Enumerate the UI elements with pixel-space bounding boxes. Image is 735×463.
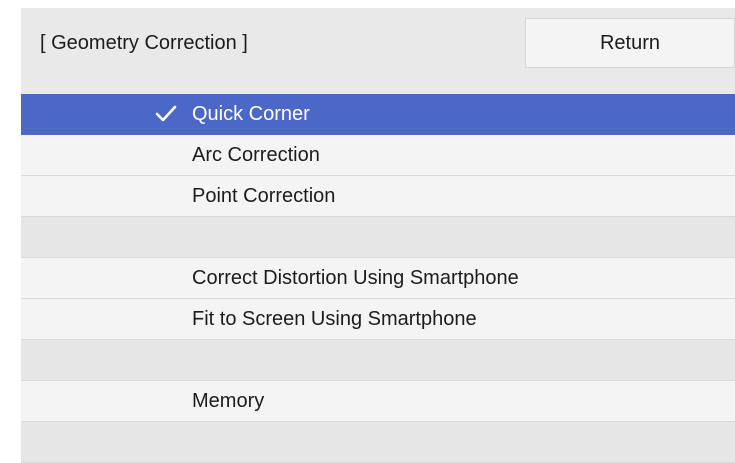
menu-item-empty — [21, 217, 735, 258]
menu-item-correct-distortion-smartphone[interactable]: Correct Distortion Using Smartphone — [21, 258, 735, 299]
menu-item-empty — [21, 340, 735, 381]
menu-item-fit-to-screen-smartphone[interactable]: Fit to Screen Using Smartphone — [21, 299, 735, 340]
menu-item-point-correction[interactable]: Point Correction — [21, 176, 735, 217]
return-button[interactable]: Return — [525, 18, 735, 68]
menu-list: Quick Corner Arc Correction Point Correc… — [21, 94, 735, 463]
menu-item-label: Arc Correction — [192, 143, 320, 166]
menu-item-quick-corner[interactable]: Quick Corner — [21, 94, 735, 135]
checkmark-icon — [155, 105, 177, 122]
menu-item-label: Fit to Screen Using Smartphone — [192, 307, 477, 330]
menu-header: [ Geometry Correction ] Return — [21, 8, 735, 91]
menu-item-label: Memory — [192, 389, 265, 412]
menu-item-label: Point Correction — [192, 184, 336, 207]
menu-item-empty — [21, 422, 735, 463]
menu-item-label: Quick Corner — [192, 102, 310, 125]
menu-item-arc-correction[interactable]: Arc Correction — [21, 135, 735, 176]
menu-item-memory[interactable]: Memory — [21, 381, 735, 422]
menu-item-label: Correct Distortion Using Smartphone — [192, 266, 519, 289]
geometry-correction-menu: [ Geometry Correction ] Return Quick Cor… — [21, 8, 735, 463]
page-title: [ Geometry Correction ] — [40, 32, 248, 54]
